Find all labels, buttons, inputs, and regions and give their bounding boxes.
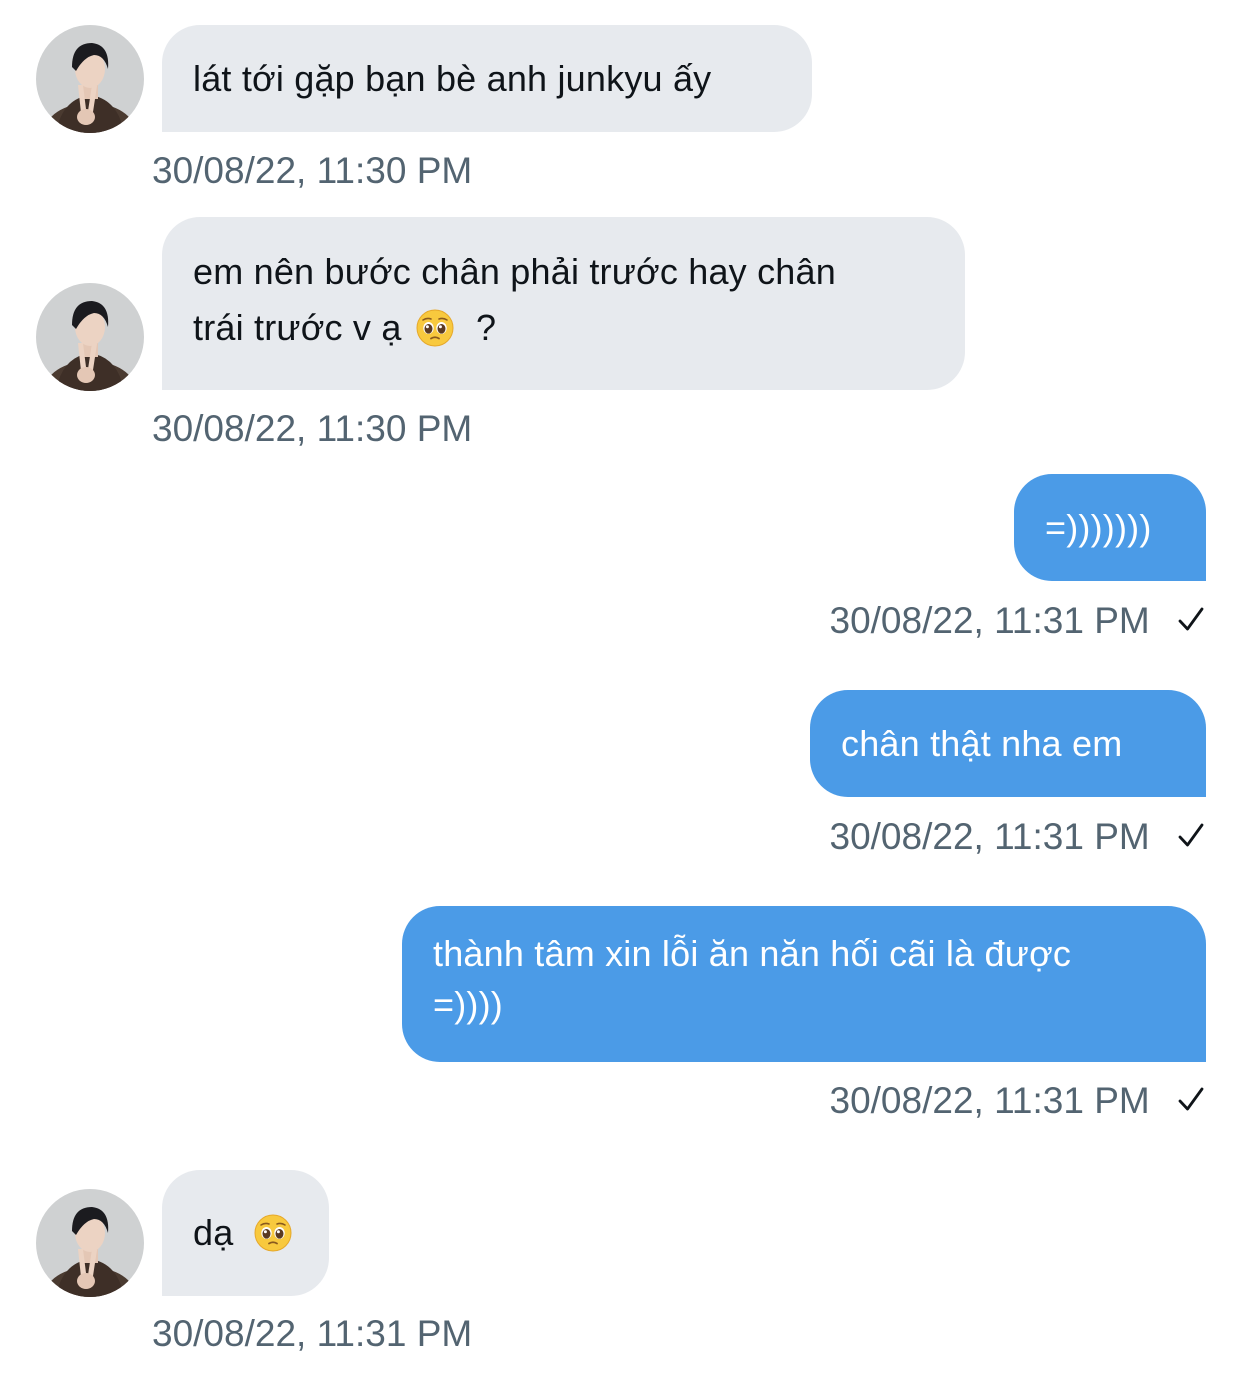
message-text: trái trước v ạ (193, 307, 402, 348)
message-text-line: em nên bước chân phải trước hay chân (193, 251, 836, 292)
avatar[interactable] (36, 25, 144, 133)
message-timestamp: 30/08/22, 11:31 PM (829, 1080, 1150, 1121)
message-timestamp-row: 30/08/22, 11:31 PM (830, 599, 1207, 643)
pleading-face-emoji-icon (254, 1214, 292, 1252)
incoming-message-bubble[interactable]: lát tới gặp bạn bè anh junkyu ấy (162, 25, 812, 132)
message-text-line: trái trước v ạ ? (193, 300, 934, 356)
incoming-message-bubble[interactable]: dạ (162, 1170, 329, 1296)
outgoing-message-bubble[interactable]: thành tâm xin lỗi ăn năn hối cãi là được… (402, 906, 1206, 1062)
avatar[interactable] (36, 283, 144, 391)
message-timestamp: 30/08/22, 11:30 PM (152, 408, 473, 449)
pleading-face-emoji-icon (416, 309, 454, 347)
outgoing-message-bubble[interactable]: chân thật nha em (810, 690, 1206, 797)
sent-check-icon (1176, 1085, 1206, 1115)
message-timestamp-row: 30/08/22, 11:31 PM (830, 815, 1207, 859)
sent-check-icon (1176, 821, 1206, 851)
avatar[interactable] (36, 1189, 144, 1297)
message-timestamp-row: 30/08/22, 11:31 PM (830, 1079, 1207, 1123)
avatar-image (36, 25, 144, 133)
sent-check-icon (1176, 605, 1206, 635)
message-text: lát tới gặp bạn bè anh junkyu ấy (193, 58, 712, 99)
message-text: chân thật nha em (841, 723, 1123, 764)
message-text: =))))))) (1045, 507, 1152, 548)
message-text-line: thành tâm xin lỗi ăn năn hối cãi là được (433, 933, 1072, 974)
avatar-image (36, 283, 144, 391)
message-timestamp: 30/08/22, 11:30 PM (152, 150, 473, 191)
message-timestamp: 30/08/22, 11:31 PM (152, 1313, 473, 1354)
outgoing-message-bubble[interactable]: =))))))) (1014, 474, 1206, 581)
message-timestamp: 30/08/22, 11:31 PM (829, 816, 1150, 857)
message-text: dạ (193, 1212, 234, 1253)
avatar-image (36, 1189, 144, 1297)
incoming-message-bubble[interactable]: em nên bước chân phải trước hay chân trá… (162, 217, 965, 390)
message-text-suffix: ? (475, 307, 497, 348)
message-text-line: =)))) (433, 984, 503, 1025)
message-timestamp: 30/08/22, 11:31 PM (829, 600, 1150, 641)
